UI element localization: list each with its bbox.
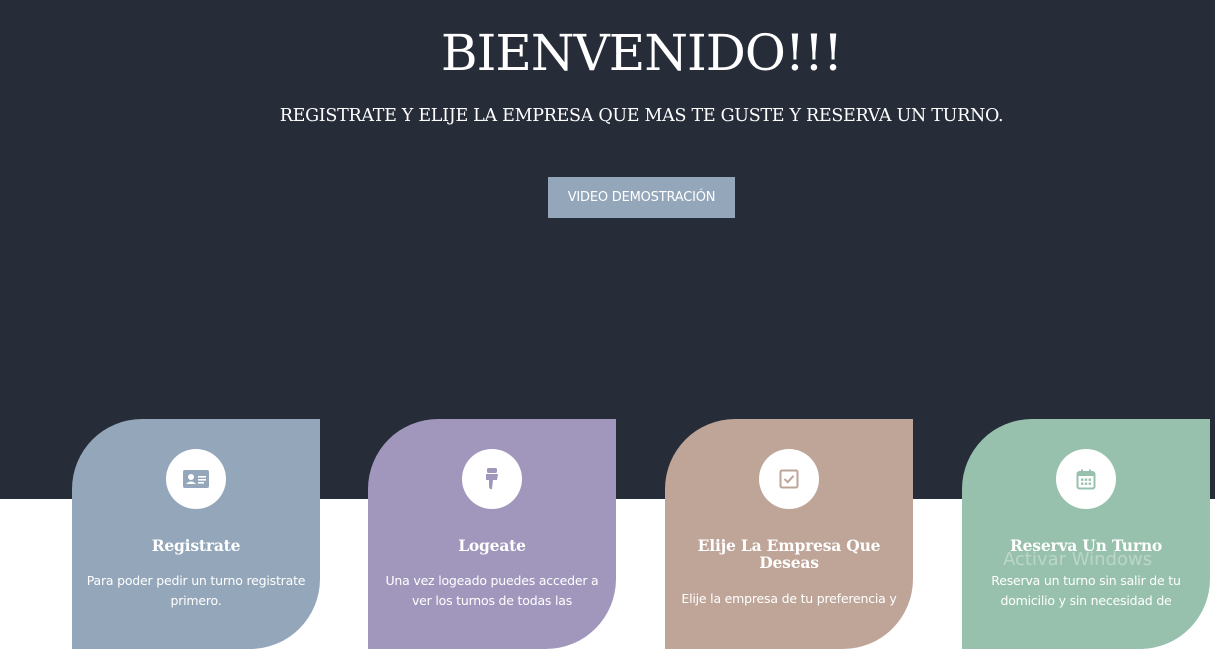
card-reserva-turno: Reserva Un Turno Reserva un turno sin sa… <box>962 419 1210 649</box>
card-description: Elije la empresa de tu preferencia y <box>681 591 897 606</box>
thumbs-down-icon <box>486 468 498 490</box>
card-title: Elije La Empresa Que Deseas <box>697 536 881 572</box>
card-registrate: Registrate Para poder pedir un turno reg… <box>72 419 320 649</box>
hero-subtitle: REGISTRATE Y ELIJE LA EMPRESA QUE MAS TE… <box>279 106 1004 126</box>
video-demo-button[interactable]: VIDEO DEMOSTRACIÓN <box>548 177 735 218</box>
card-icon-circle <box>1056 449 1116 509</box>
hero-title: BIENVENIDO!!! <box>440 24 843 82</box>
id-card-icon <box>183 470 209 488</box>
card-elije-empresa: Elije La Empresa Que Deseas Elije la emp… <box>665 419 913 649</box>
checkbox-icon <box>779 469 799 489</box>
card-description: Una vez logeado puedes acceder a ver los… <box>385 573 599 608</box>
card-description: Para poder pedir un turno registrate pri… <box>86 573 306 608</box>
windows-activation-watermark: Activar Windows <box>1003 549 1153 570</box>
card-icon-circle <box>759 449 819 509</box>
calendar-icon <box>1076 469 1096 489</box>
card-icon-circle <box>462 449 522 509</box>
card-icon-circle <box>166 449 226 509</box>
card-title: Logeate <box>458 536 526 555</box>
card-logeate: Logeate Una vez logeado puedes acceder a… <box>368 419 616 649</box>
card-title: Registrate <box>151 536 241 555</box>
card-description: Reserva un turno sin salir de tu domicil… <box>991 573 1181 608</box>
